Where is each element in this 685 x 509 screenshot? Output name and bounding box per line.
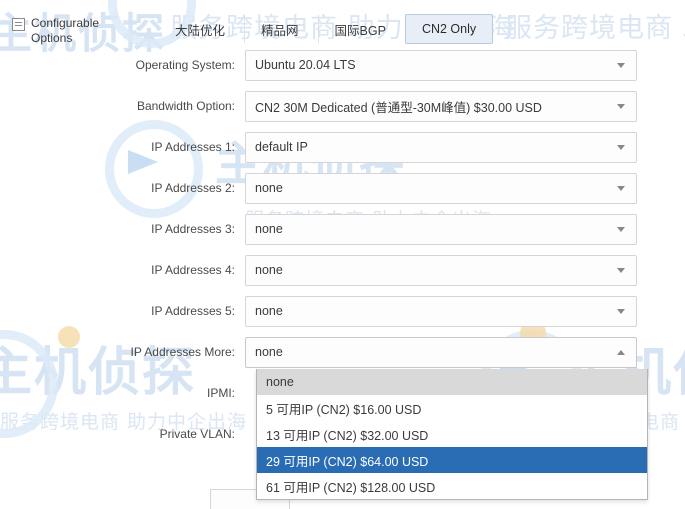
form-row-ip-addresses-1: IP Addresses 1: default IP [0, 130, 685, 164]
ip-addresses-5-select[interactable]: none [245, 295, 637, 327]
field-label: Operating System: [135, 58, 235, 72]
dropdown-option-13-ip[interactable]: 13 可用IP (CN2) $32.00 USD [257, 421, 647, 447]
field-label: IP Addresses 2: [151, 181, 235, 195]
dropdown-option-none[interactable]: none [257, 369, 647, 395]
field-label: IP Addresses 1: [151, 140, 235, 154]
dropdown-option-label: 5 可用IP (CN2) $16.00 USD [266, 402, 422, 417]
form-row-bandwidth-option: Bandwidth Option: CN2 30M Dedicated (普通型… [0, 89, 685, 123]
tab-label: CN2 Only [421, 22, 477, 36]
tab-label: 精品网 [261, 23, 299, 38]
form-row-operating-system: Operating System: Ubuntu 20.04 LTS [0, 48, 685, 82]
dropdown-option-label: 13 可用IP (CN2) $32.00 USD [266, 428, 429, 443]
list-icon [12, 18, 25, 31]
form-row-ip-addresses-2: IP Addresses 2: none [0, 171, 685, 205]
chevron-down-icon [617, 226, 625, 232]
dropdown-option-label: none [266, 375, 294, 389]
tab-label: 国际BGP [334, 23, 386, 38]
select-value: CN2 30M Dedicated (普通型-30M峰值) $30.00 USD [255, 100, 542, 115]
configurable-options-header: Configurable Options [12, 16, 132, 46]
field-label: IP Addresses 3: [151, 222, 235, 236]
select-value: Ubuntu 20.04 LTS [255, 58, 356, 72]
ip-addresses-more-dropdown[interactable]: none 5 可用IP (CN2) $16.00 USD 13 可用IP (CN… [256, 369, 648, 500]
field-label: Private VLAN: [159, 427, 235, 441]
ip-addresses-2-select[interactable]: none [245, 172, 637, 204]
field-label: IP Addresses 5: [151, 304, 235, 318]
select-value: none [255, 181, 283, 195]
tab-mainland-optimized[interactable]: 大陆优化 [158, 14, 242, 44]
chevron-down-icon [617, 103, 625, 109]
tab-premium-network[interactable]: 精品网 [244, 14, 316, 44]
field-label: IPMI: [206, 386, 235, 400]
chevron-down-icon [617, 308, 625, 314]
ip-addresses-1-select[interactable]: default IP [245, 131, 637, 163]
form-row-ip-addresses-5: IP Addresses 5: none [0, 294, 685, 328]
dropdown-option-61-ip[interactable]: 61 可用IP (CN2) $128.00 USD [257, 473, 647, 499]
operating-system-select[interactable]: Ubuntu 20.04 LTS [245, 49, 637, 81]
chevron-down-icon [617, 144, 625, 150]
bandwidth-option-select[interactable]: CN2 30M Dedicated (普通型-30M峰值) $30.00 USD [245, 90, 637, 122]
section-title: Configurable Options [31, 16, 100, 45]
chevron-up-icon [617, 349, 625, 355]
chevron-down-icon [617, 185, 625, 191]
field-label: IP Addresses 4: [151, 263, 235, 277]
field-label: Bandwidth Option: [136, 99, 235, 113]
dropdown-option-label: 29 可用IP (CN2) $64.00 USD [266, 454, 429, 469]
select-value: none [255, 222, 283, 236]
dropdown-option-label: 61 可用IP (CN2) $128.00 USD [266, 480, 436, 495]
select-value: none [255, 263, 283, 277]
select-value: default IP [255, 140, 308, 154]
chevron-down-icon [617, 267, 625, 273]
dropdown-option-29-ip[interactable]: 29 可用IP (CN2) $64.00 USD [257, 447, 647, 473]
ip-addresses-3-select[interactable]: none [245, 213, 637, 245]
ip-addresses-4-select[interactable]: none [245, 254, 637, 286]
field-label: IP Addresses More: [130, 345, 236, 359]
form-row-ip-addresses-4: IP Addresses 4: none [0, 253, 685, 287]
tab-international-bgp[interactable]: 国际BGP [317, 14, 403, 44]
network-type-tabs: 大陆优化 精品网 国际BGP CN2 Only [158, 14, 494, 44]
dropdown-option-5-ip[interactable]: 5 可用IP (CN2) $16.00 USD [257, 395, 647, 421]
ip-addresses-more-select[interactable]: none [245, 336, 637, 368]
tab-cn2-only[interactable]: CN2 Only [404, 14, 494, 44]
tab-label: 大陆优化 [175, 23, 226, 38]
form-row-ip-addresses-more: IP Addresses More: none [0, 335, 685, 369]
select-value: none [255, 345, 283, 359]
select-value: none [255, 304, 283, 318]
form-row-ip-addresses-3: IP Addresses 3: none [0, 212, 685, 246]
chevron-down-icon [617, 62, 625, 68]
